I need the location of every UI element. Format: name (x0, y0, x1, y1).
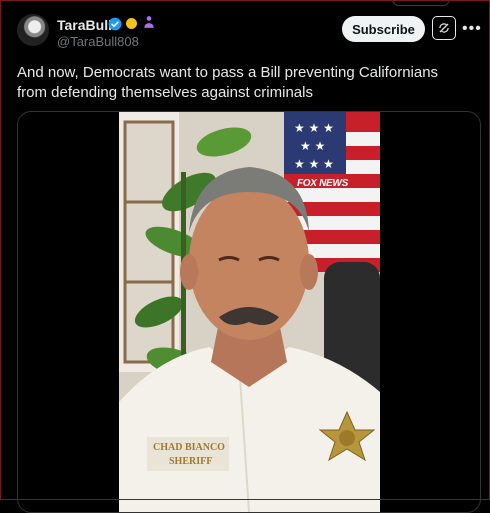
author-name[interactable]: TaraBull (57, 17, 112, 33)
grok-glyph (439, 23, 449, 33)
avatar[interactable] (17, 14, 49, 46)
subscribe-button[interactable]: Subscribe (342, 16, 425, 42)
video-frame[interactable]: ★ ★ ★ ★ ★ ★ ★ ★ FOX NEWS CHAD BIANCO SHE… (119, 112, 380, 512)
people-icon (144, 16, 154, 28)
author-handle[interactable]: @TaraBull808 (57, 34, 139, 49)
grok-icon[interactable] (432, 16, 456, 40)
news-watermark: FOX NEWS (297, 178, 348, 189)
verified-badge-icon (108, 17, 122, 31)
more-icon[interactable]: ••• (462, 20, 482, 38)
top-partial-element (392, 0, 450, 6)
svg-text:★ ★ ★: ★ ★ ★ (294, 157, 334, 171)
title-tag-text: SHERIFF (169, 456, 213, 467)
svg-text:★ ★ ★: ★ ★ ★ (294, 121, 334, 135)
video-player[interactable]: ★ ★ ★ ★ ★ ★ ★ ★ FOX NEWS CHAD BIANCO SHE… (17, 111, 481, 513)
tweet-text: And now, Democrats want to pass a Bill p… (17, 64, 439, 101)
name-tag-text: CHAD BIANCO (153, 442, 225, 453)
svg-text:★ ★: ★ ★ (300, 139, 325, 153)
gold-coin-icon (126, 18, 137, 29)
